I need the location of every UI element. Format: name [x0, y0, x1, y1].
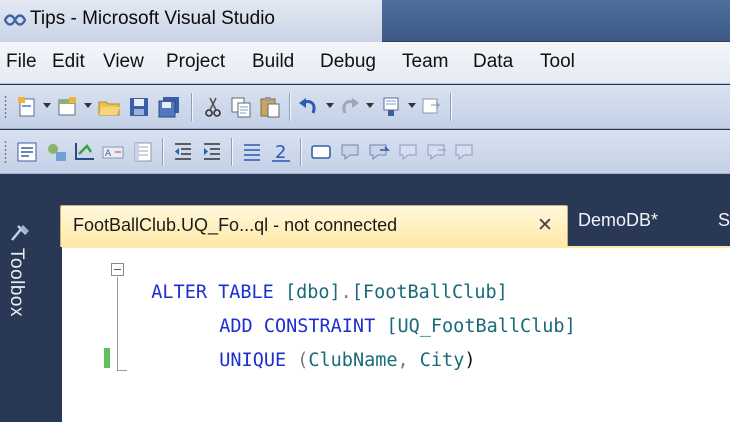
- navigate-forward-icon[interactable]: [418, 94, 444, 120]
- menu-build[interactable]: Build: [250, 51, 296, 73]
- tab-overflow[interactable]: S: [718, 210, 730, 231]
- toolbar-grip[interactable]: [4, 95, 7, 119]
- new-project-icon[interactable]: [14, 94, 40, 120]
- menu-bar: File Edit View Project Build Debug Team …: [0, 42, 730, 84]
- close-icon[interactable]: ✕: [537, 214, 553, 236]
- svg-text:2: 2: [275, 142, 286, 163]
- menu-debug[interactable]: Debug: [318, 51, 378, 73]
- navigate-backward-icon[interactable]: [378, 94, 404, 120]
- undo-icon[interactable]: [296, 94, 322, 120]
- change-indicator: [104, 348, 110, 368]
- toolbar-grip[interactable]: [4, 140, 7, 164]
- outline-end: [117, 370, 127, 371]
- outline-margin: [117, 277, 118, 371]
- toolbox-icon[interactable]: [8, 222, 32, 244]
- collapse-toggle-icon[interactable]: [111, 263, 124, 276]
- comment-lines-icon[interactable]: [239, 139, 265, 165]
- toolbox-tab[interactable]: Toolbox: [5, 248, 27, 317]
- bookmark-icon[interactable]: [308, 139, 334, 165]
- clear-bookmarks-icon[interactable]: [452, 139, 478, 165]
- next-bookmark-in-folder-icon[interactable]: [424, 139, 450, 165]
- close-paren: ): [464, 350, 476, 371]
- copy-icon[interactable]: [228, 94, 254, 120]
- keyword-unique: UNIQUE: [219, 350, 287, 371]
- uncomment-lines-icon[interactable]: 2: [268, 139, 294, 165]
- decrease-indent-icon[interactable]: [170, 139, 196, 165]
- paste-icon[interactable]: [257, 94, 283, 120]
- visual-studio-logo-icon: [4, 14, 26, 26]
- menu-project[interactable]: Project: [164, 51, 227, 73]
- increase-indent-icon[interactable]: [199, 139, 225, 165]
- menu-tools[interactable]: Tool: [538, 51, 577, 73]
- standard-toolbar: [0, 85, 730, 129]
- tab-demodb[interactable]: DemoDB*: [578, 210, 658, 231]
- class-view-icon[interactable]: [72, 139, 98, 165]
- add-item-icon[interactable]: [54, 94, 80, 120]
- properties-icon[interactable]: [14, 139, 40, 165]
- open-folder-icon[interactable]: [96, 94, 122, 120]
- previous-bookmark-in-folder-icon[interactable]: [396, 139, 422, 165]
- menu-team[interactable]: Team: [400, 51, 450, 73]
- open-paren: (: [297, 350, 309, 371]
- object-browser-icon[interactable]: [44, 139, 70, 165]
- code-line-3: UNIQUE (ClubName, City): [197, 328, 475, 372]
- save-all-icon[interactable]: [156, 94, 182, 120]
- previous-bookmark-icon[interactable]: [338, 139, 364, 165]
- svg-text:A: A: [105, 149, 112, 159]
- quick-info-icon[interactable]: A: [100, 139, 126, 165]
- comma: ,: [397, 350, 409, 371]
- redo-icon[interactable]: [336, 94, 362, 120]
- save-icon[interactable]: [126, 94, 152, 120]
- next-bookmark-icon[interactable]: [366, 139, 392, 165]
- text-editor-toolbar: A 2: [0, 130, 730, 174]
- parameter-info-icon[interactable]: [130, 139, 156, 165]
- column-city: City: [419, 350, 465, 371]
- menu-edit[interactable]: Edit: [50, 51, 87, 73]
- menu-view[interactable]: View: [101, 51, 146, 73]
- menu-data[interactable]: Data: [471, 51, 515, 73]
- column-clubname: ClubName: [308, 350, 398, 371]
- tab-active-document[interactable]: FootBallClub.UQ_Fo...ql - not connected …: [60, 205, 568, 247]
- title-bar: Tips - Microsoft Visual Studio: [0, 0, 730, 42]
- menu-file[interactable]: File: [4, 51, 39, 73]
- window-title: Tips - Microsoft Visual Studio: [30, 8, 275, 29]
- tab-active-label: FootBallClub.UQ_Fo...ql - not connected: [73, 215, 398, 235]
- cut-icon[interactable]: [200, 94, 226, 120]
